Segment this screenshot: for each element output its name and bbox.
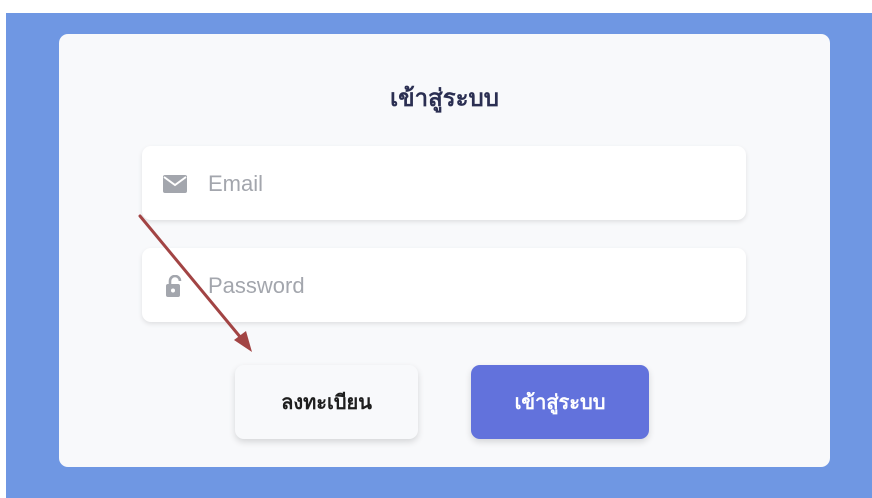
password-field[interactable] bbox=[142, 248, 746, 322]
unlock-icon bbox=[166, 275, 182, 297]
register-button[interactable]: ลงทะเบียน bbox=[235, 365, 418, 439]
email-input[interactable] bbox=[206, 164, 730, 204]
login-title: เข้าสู่ระบบ bbox=[390, 84, 499, 112]
login-card: เข้าสู่ระบบ ลงทะเบียน เข้าสู่ระบบ bbox=[59, 34, 830, 467]
envelope-icon bbox=[163, 175, 187, 193]
login-button[interactable]: เข้าสู่ระบบ bbox=[471, 365, 649, 439]
email-field[interactable] bbox=[142, 146, 746, 220]
page-background: เข้าสู่ระบบ ลงทะเบียน เข้าสู่ระบบ bbox=[6, 13, 872, 498]
password-input[interactable] bbox=[206, 266, 730, 306]
